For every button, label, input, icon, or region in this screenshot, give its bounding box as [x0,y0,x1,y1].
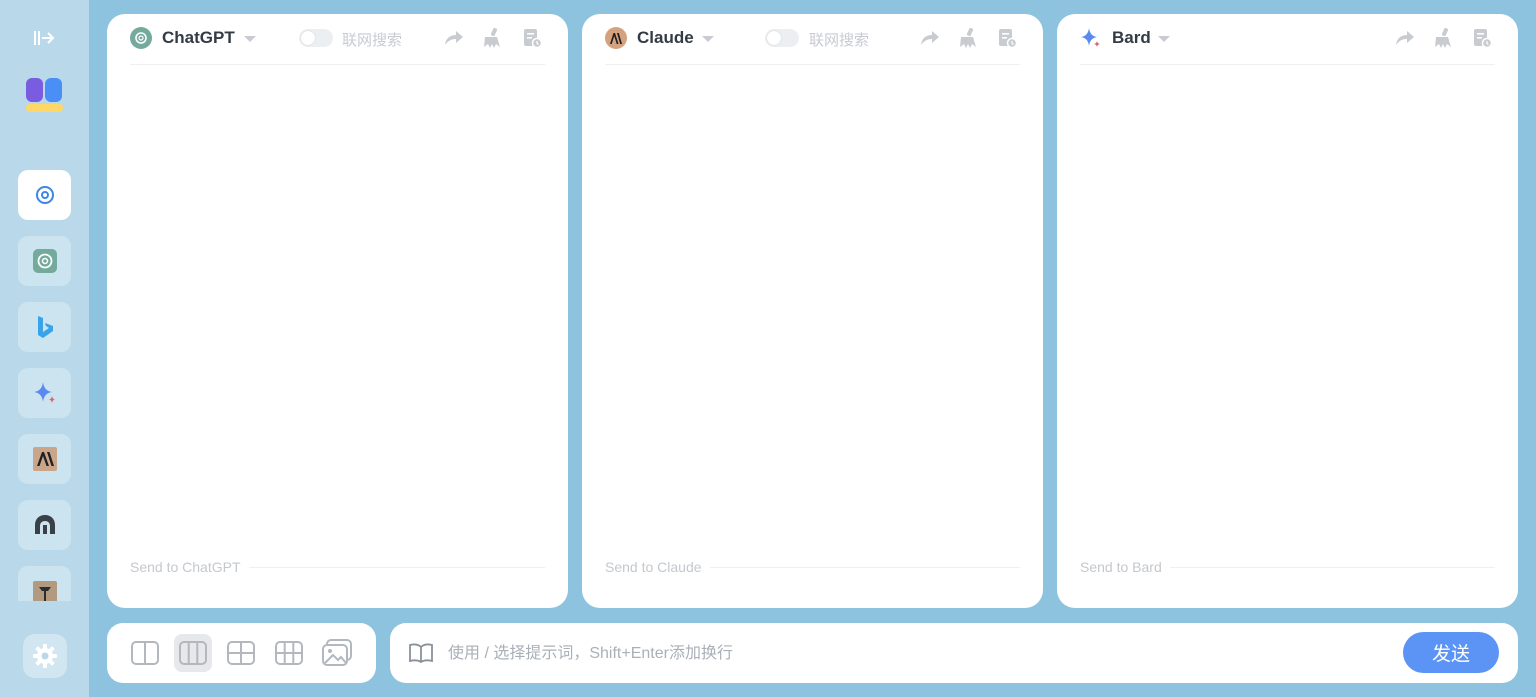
history-icon[interactable] [521,27,543,49]
model-name: Claude [637,28,694,47]
model-dropdown-caret-icon[interactable] [1158,36,1170,42]
share-icon[interactable] [918,27,940,49]
send-to-label: Send to ChatGPT [130,559,241,575]
bard-sparkle-icon [33,382,55,403]
history-icon[interactable] [996,27,1018,49]
layout-two-column-button[interactable] [126,634,164,672]
two-column-icon [131,641,159,665]
bing-icon [37,316,53,338]
divider [248,566,545,568]
clear-chat-icon[interactable] [957,27,979,49]
layout-three-column-button[interactable] [174,634,212,672]
send-button[interactable]: 发送 [1403,632,1499,673]
send-to-footer: Send to Claude [605,558,1020,576]
sidebar-item-chatgpt[interactable] [18,236,71,286]
three-column-icon [179,641,207,665]
sidebar-item-multi-chat[interactable] [18,170,71,220]
layout-grid-2x3-button[interactable] [270,634,308,672]
bard-sparkle-icon [1080,27,1102,49]
clear-chat-icon[interactable] [1432,27,1454,49]
openai-icon [130,27,152,49]
model-dropdown-caret-icon[interactable] [244,36,256,42]
divider [709,566,1020,568]
sidebar-scroll-clip [0,566,89,601]
swirl-icon [35,186,54,204]
send-to-footer: Send to Bard [1080,558,1495,576]
openai-icon [32,249,57,273]
settings-button[interactable] [23,634,67,678]
web-search-label: 联网搜索 [809,32,870,49]
clear-chat-icon[interactable] [481,27,503,49]
chat-panel-bard: Bard Send to Bard [1057,14,1518,608]
web-search-toggle[interactable] [299,29,333,47]
prompt-library-icon[interactable] [408,642,434,664]
sidebar [0,0,89,697]
expand-sidebar-icon[interactable] [30,26,58,50]
composer: 发送 [390,623,1518,683]
layout-switcher [107,623,376,683]
model-dropdown-caret-icon[interactable] [702,36,714,42]
chat-panel-claude: Claude 联网搜索 Send to Claude [582,14,1043,608]
image-mode-icon [322,639,352,666]
poe-icon [34,515,55,534]
grid-2x2-icon [227,641,255,665]
model-name: Bard [1112,28,1151,47]
share-icon[interactable] [442,27,464,49]
panel-header: Bard [1080,26,1495,65]
web-search-label: 联网搜索 [342,32,403,49]
anthropic-icon [605,27,627,49]
prompt-input[interactable] [446,636,1390,672]
anthropic-icon [32,447,57,471]
send-to-label: Send to Bard [1080,559,1162,575]
web-search-toggle[interactable] [765,29,799,47]
robot-icon [32,581,57,601]
sidebar-item-bing[interactable] [18,302,71,352]
divider [1169,566,1495,568]
gear-icon [33,644,57,668]
sidebar-item-poe[interactable] [18,500,71,550]
send-to-footer: Send to ChatGPT [130,558,545,576]
layout-grid-2x2-button[interactable] [222,634,260,672]
app-logo [25,76,65,114]
grid-2x3-icon [275,641,303,665]
send-to-label: Send to Claude [605,559,702,575]
model-name: ChatGPT [162,28,235,47]
history-icon[interactable] [1471,27,1493,49]
sidebar-item-claude[interactable] [18,434,71,484]
panel-header: Claude 联网搜索 [605,26,1020,65]
sidebar-item-bard[interactable] [18,368,71,418]
panel-header: ChatGPT 联网搜索 [130,26,545,65]
chat-panel-chatgpt: ChatGPT 联网搜索 Send to ChatGPT [107,14,568,608]
sidebar-item-other[interactable] [18,566,71,601]
layout-image-mode-button[interactable] [318,634,356,672]
share-icon[interactable] [1393,27,1415,49]
